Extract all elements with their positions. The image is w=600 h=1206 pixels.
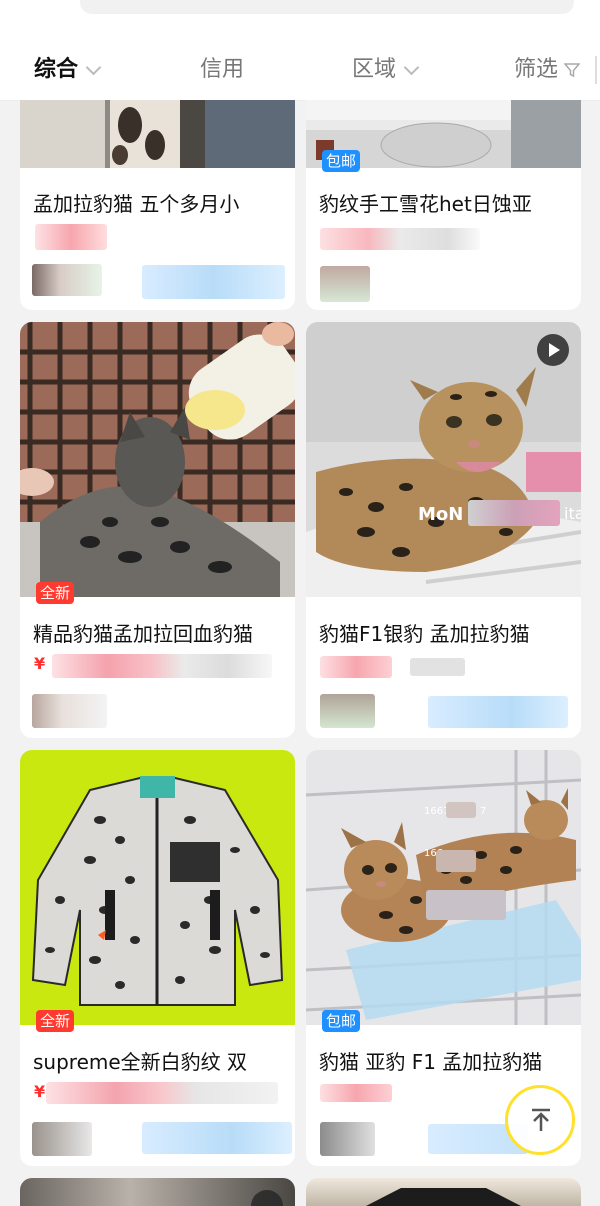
filter-icon	[564, 63, 581, 78]
product-title: 豹猫F1银豹 孟加拉豹猫	[319, 622, 530, 646]
product-photo[interactable]	[306, 1178, 581, 1206]
product-title: 豹纹手工雪花het日蚀亚	[319, 192, 532, 216]
filter-bar: 综合 信用 区域 筛选	[0, 40, 600, 101]
back-to-top-button[interactable]	[505, 1085, 575, 1155]
product-photo[interactable]	[20, 750, 295, 1025]
leopard-jacket-image	[20, 750, 295, 1025]
tab-filter[interactable]: 筛选	[514, 50, 581, 90]
new-badge: 全新	[36, 582, 75, 604]
product-photo[interactable]	[20, 322, 295, 597]
avatar	[320, 266, 370, 302]
tab-credit[interactable]: 信用	[200, 50, 244, 90]
product-card[interactable]: 全新 精品豹猫孟加拉回血豹猫 ¥	[20, 322, 295, 738]
chevron-down-icon	[403, 59, 420, 75]
search-strip	[0, 0, 600, 40]
product-photo[interactable]: MoN ita	[306, 322, 581, 597]
tab-comprehensive[interactable]: 综合	[34, 50, 102, 90]
free-shipping-badge: 包邮	[322, 150, 361, 172]
play-video-icon[interactable]	[537, 334, 569, 366]
new-badge: 全新	[36, 1010, 75, 1032]
leopard-cats-cage-image	[306, 750, 581, 1025]
seller-info	[142, 1122, 292, 1154]
video-watermark-suffix: ita	[564, 504, 581, 523]
tab-credit-label: 信用	[200, 57, 245, 82]
product-title: 精品豹猫孟加拉回血豹猫	[33, 622, 253, 646]
avatar	[320, 1122, 375, 1156]
cat-tree-image	[20, 100, 295, 168]
price-tag	[52, 654, 272, 678]
search-box[interactable]	[80, 0, 574, 14]
product-card[interactable]	[20, 1178, 295, 1206]
price-tag	[35, 224, 107, 250]
avatar	[32, 694, 107, 728]
mosaic-overlay	[468, 500, 560, 526]
tab-comprehensive-label: 综合	[34, 57, 79, 82]
kitten-bottle-image	[20, 322, 295, 597]
price-tag	[320, 1084, 392, 1102]
filter-divider	[595, 56, 597, 84]
product-photo[interactable]: 1667 7 166	[306, 750, 581, 1025]
seller-info	[428, 696, 568, 728]
leopard-cat-image	[306, 322, 581, 597]
price-tag	[320, 228, 480, 250]
mosaic-overlay	[436, 850, 476, 872]
product-card[interactable]	[306, 1178, 581, 1206]
tab-filter-label: 筛选	[514, 57, 559, 82]
price-tag	[320, 656, 392, 678]
back-to-top-icon	[530, 1108, 552, 1132]
product-card[interactable]: 包邮 豹纹手工雪花het日蚀亚	[306, 100, 581, 310]
watermark-text: MoN	[418, 504, 464, 525]
product-card[interactable]: MoN ita 豹猫F1银豹 孟加拉豹猫	[306, 322, 581, 738]
chevron-down-icon	[85, 59, 102, 75]
avatar	[32, 1122, 92, 1156]
cage-watermark-1-suffix: 7	[480, 806, 486, 817]
product-photo[interactable]	[20, 100, 295, 168]
mosaic-overlay	[446, 802, 476, 818]
video-watermark: MoN	[418, 504, 463, 525]
seller-info	[142, 265, 285, 299]
watermark-suffix-text: ita	[564, 504, 581, 523]
product-card[interactable]: 全新 supreme全新白豹纹 双 ¥	[20, 750, 295, 1166]
free-shipping-badge: 包邮	[322, 1010, 361, 1032]
product-title: 孟加拉豹猫 五个多月小	[33, 192, 240, 216]
tab-region[interactable]: 区域	[352, 50, 420, 90]
price-symbol: ¥	[34, 1082, 46, 1101]
clothing-image	[366, 1188, 521, 1206]
avatar	[32, 264, 102, 296]
price-tag	[46, 1082, 278, 1104]
tab-region-label: 区域	[352, 57, 397, 82]
price-symbol: ¥	[34, 654, 46, 673]
cage-text-1-suffix: 7	[480, 806, 487, 817]
mosaic-overlay	[426, 890, 506, 920]
product-title: 豹猫 亚豹 F1 孟加拉豹猫	[319, 1050, 543, 1074]
want-count	[410, 658, 465, 676]
product-title: supreme全新白豹纹 双	[33, 1050, 248, 1074]
product-card[interactable]: 孟加拉豹猫 五个多月小	[20, 100, 295, 310]
avatar	[320, 694, 375, 728]
